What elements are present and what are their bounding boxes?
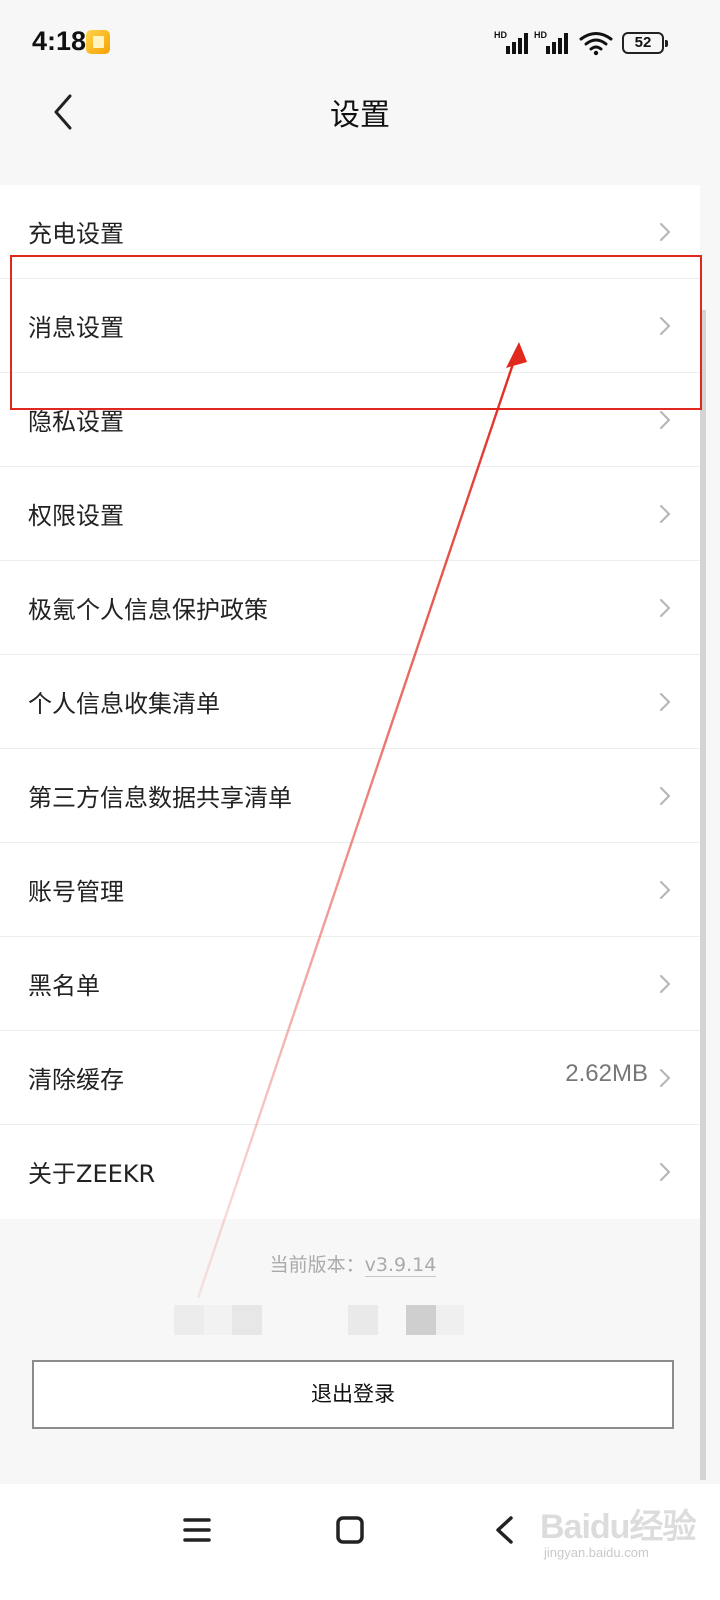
- settings-item-label: 黑名单: [28, 972, 100, 1000]
- settings-item[interactable]: 个人信息收集清单: [0, 655, 700, 749]
- settings-item-label: 账号管理: [28, 878, 124, 906]
- status-bar: 4:18 HD HD 52: [0, 0, 720, 84]
- settings-item-label: 第三方信息数据共享清单: [28, 784, 292, 812]
- signal-icon: [498, 32, 528, 54]
- scrollbar[interactable]: [700, 310, 706, 1480]
- chevron-right-icon: [660, 975, 670, 993]
- notification-icon: [86, 30, 110, 54]
- logout-button[interactable]: 退出登录: [32, 1360, 674, 1429]
- signal-icon-2: [538, 32, 568, 54]
- chevron-right-icon: [660, 223, 670, 241]
- home-button[interactable]: [330, 1510, 370, 1550]
- watermark-subtext: jingyan.baidu.com: [544, 1545, 649, 1560]
- status-time: 4:18: [32, 26, 87, 56]
- settings-item[interactable]: 充电设置: [0, 185, 700, 279]
- battery-icon: 52: [622, 32, 668, 54]
- status-icons: HD HD 52: [494, 28, 668, 58]
- settings-item-label: 清除缓存: [28, 1066, 124, 1094]
- version-number: v3.9.14: [364, 1254, 437, 1277]
- settings-item[interactable]: 权限设置: [0, 467, 700, 561]
- chevron-right-icon: [660, 693, 670, 711]
- watermark: Baidu经验 jingyan.baidu.com: [540, 1497, 715, 1569]
- menu-icon: [183, 1518, 211, 1542]
- page-title: 设置: [330, 98, 390, 133]
- settings-item-label: 消息设置: [28, 314, 124, 342]
- page-header: 设置: [0, 84, 720, 156]
- settings-item-value: 2.62MB: [565, 1060, 648, 1087]
- settings-item[interactable]: 第三方信息数据共享清单: [0, 749, 700, 843]
- settings-item[interactable]: 极氪个人信息保护政策: [0, 561, 700, 655]
- system-back-button[interactable]: [485, 1510, 525, 1550]
- chevron-right-icon: [660, 317, 670, 335]
- settings-item-label: 极氪个人信息保护政策: [28, 596, 268, 624]
- version-info: 当前版本：v3.9.14: [0, 1250, 706, 1277]
- settings-item[interactable]: 消息设置: [0, 279, 700, 373]
- settings-item-label: 充电设置: [28, 220, 124, 248]
- chevron-right-icon: [660, 1069, 670, 1087]
- wifi-icon: [579, 32, 613, 56]
- back-icon: [496, 1516, 513, 1544]
- settings-list: 充电设置消息设置隐私设置权限设置极氪个人信息保护政策 个人信息收集清单第三方信息数…: [0, 185, 700, 1219]
- settings-item[interactable]: 隐私设置: [0, 373, 700, 467]
- settings-item-label: 隐私设置: [28, 408, 124, 436]
- menu-button[interactable]: [177, 1510, 217, 1550]
- settings-item[interactable]: 黑名单: [0, 937, 700, 1031]
- chevron-right-icon: [660, 505, 670, 523]
- watermark-text: Baidu经验: [540, 1508, 696, 1546]
- settings-item[interactable]: 关于ZEEKR: [0, 1125, 700, 1219]
- settings-item-label: 个人信息收集清单: [28, 690, 220, 718]
- version-label: 当前版本：: [269, 1254, 365, 1276]
- settings-item[interactable]: 清除缓存 2.62MB: [0, 1031, 700, 1125]
- home-icon: [336, 1516, 364, 1544]
- settings-item[interactable]: 账号管理: [0, 843, 700, 937]
- chevron-right-icon: [660, 1163, 670, 1181]
- chevron-right-icon: [660, 411, 670, 429]
- chevron-right-icon: [660, 787, 670, 805]
- settings-item-label: 关于ZEEKR: [28, 1160, 156, 1188]
- chevron-right-icon: [660, 599, 670, 617]
- chevron-right-icon: [660, 881, 670, 899]
- settings-item-label: 权限设置: [28, 502, 124, 530]
